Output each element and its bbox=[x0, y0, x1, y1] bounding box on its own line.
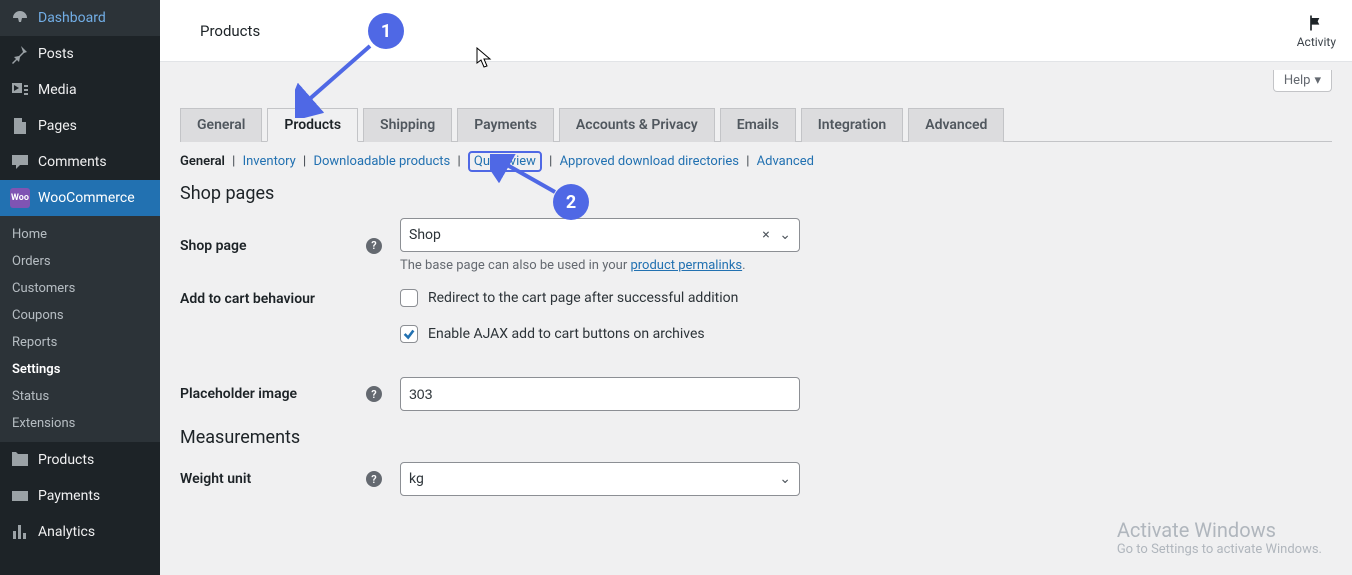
tab-products[interactable]: Products bbox=[267, 108, 358, 142]
section-shop-pages: Shop pages bbox=[180, 183, 1332, 204]
help-toggle[interactable]: Help ▾ bbox=[1273, 70, 1332, 92]
woocommerce-submenu: Home Orders Customers Coupons Reports Se… bbox=[0, 216, 160, 442]
sidebar-item-pages[interactable]: Pages bbox=[0, 108, 160, 144]
help-tip-icon[interactable]: ? bbox=[366, 471, 382, 487]
cursor-icon bbox=[476, 47, 492, 69]
sidebar-label: WooCommerce bbox=[38, 190, 135, 206]
subtab-advanced[interactable]: Advanced bbox=[757, 154, 814, 169]
submenu-coupons[interactable]: Coupons bbox=[0, 302, 160, 329]
help-tip-icon[interactable]: ? bbox=[366, 238, 382, 254]
tab-emails[interactable]: Emails bbox=[720, 108, 796, 142]
woo-icon: Woo bbox=[10, 188, 30, 208]
sidebar-item-woocommerce[interactable]: Woo WooCommerce bbox=[0, 180, 160, 216]
tab-shipping[interactable]: Shipping bbox=[363, 108, 452, 142]
ajax-label: Enable AJAX add to cart buttons on archi… bbox=[428, 326, 705, 342]
sidebar-label: Dashboard bbox=[38, 10, 106, 26]
chevron-down-icon: ⌄ bbox=[779, 471, 791, 487]
sidebar-item-products[interactable]: Products bbox=[0, 442, 160, 478]
redirect-checkbox[interactable] bbox=[400, 289, 418, 307]
tab-general[interactable]: General bbox=[180, 108, 262, 142]
sidebar-item-payments[interactable]: Payments bbox=[0, 478, 160, 514]
submenu-orders[interactable]: Orders bbox=[0, 248, 160, 275]
activity-button[interactable]: Activity bbox=[1297, 13, 1336, 49]
annotation-2: 2 bbox=[553, 184, 589, 220]
submenu-customers[interactable]: Customers bbox=[0, 275, 160, 302]
sidebar-label: Payments bbox=[38, 488, 100, 504]
tab-payments[interactable]: Payments bbox=[457, 108, 554, 142]
submenu-extensions[interactable]: Extensions bbox=[0, 410, 160, 437]
sidebar-item-comments[interactable]: Comments bbox=[0, 144, 160, 180]
pin-icon bbox=[10, 44, 30, 64]
pages-icon bbox=[10, 116, 30, 136]
section-measurements: Measurements bbox=[180, 427, 1332, 448]
submenu-reports[interactable]: Reports bbox=[0, 329, 160, 356]
page-title: Products bbox=[200, 22, 260, 40]
sidebar-label: Products bbox=[38, 452, 94, 468]
chevron-down-icon: ⌄ bbox=[779, 227, 791, 243]
select-value: Shop bbox=[409, 227, 441, 243]
weight-unit-select[interactable]: kg ⌄ bbox=[400, 462, 800, 496]
tab-accounts-privacy[interactable]: Accounts & Privacy bbox=[559, 108, 715, 142]
subtab-inventory[interactable]: Inventory bbox=[243, 154, 296, 169]
sidebar-label: Analytics bbox=[38, 524, 95, 540]
main-content: Products Activity Help ▾ General Product… bbox=[160, 0, 1352, 575]
shop-page-desc: The base page can also be used in your p… bbox=[400, 258, 800, 273]
tab-integration[interactable]: Integration bbox=[801, 108, 903, 142]
sidebar-label: Pages bbox=[38, 118, 77, 134]
weight-unit-label: Weight unit bbox=[180, 471, 251, 487]
shop-page-label: Shop page bbox=[180, 238, 247, 254]
products-icon bbox=[10, 450, 30, 470]
add-to-cart-label: Add to cart behaviour bbox=[180, 291, 315, 307]
sidebar-item-dashboard[interactable]: Dashboard bbox=[0, 0, 160, 36]
analytics-icon bbox=[10, 522, 30, 542]
payments-icon bbox=[10, 486, 30, 506]
submenu-home[interactable]: Home bbox=[0, 221, 160, 248]
comments-icon bbox=[10, 152, 30, 172]
windows-activation-watermark: Activate Windows Go to Settings to activ… bbox=[1117, 518, 1322, 557]
placeholder-image-input[interactable] bbox=[400, 377, 800, 411]
clear-icon[interactable]: × bbox=[762, 227, 769, 243]
placeholder-image-label: Placeholder image bbox=[180, 386, 297, 402]
sidebar-item-posts[interactable]: Posts bbox=[0, 36, 160, 72]
shop-page-select[interactable]: Shop × ⌄ bbox=[400, 218, 800, 252]
ajax-checkbox[interactable] bbox=[400, 325, 418, 343]
product-permalinks-link[interactable]: product permalinks bbox=[630, 258, 742, 273]
dashboard-icon bbox=[10, 8, 30, 28]
media-icon bbox=[10, 80, 30, 100]
admin-sidebar: Dashboard Posts Media Pages Comments Woo… bbox=[0, 0, 160, 575]
chevron-down-icon: ▾ bbox=[1314, 73, 1321, 88]
subtab-quickview[interactable]: Quick view bbox=[468, 151, 542, 172]
sidebar-label: Posts bbox=[38, 46, 74, 62]
submenu-status[interactable]: Status bbox=[0, 383, 160, 410]
subtab-general[interactable]: General bbox=[180, 154, 225, 169]
annotation-1: 1 bbox=[368, 13, 404, 49]
help-tip-icon[interactable]: ? bbox=[366, 386, 382, 402]
sidebar-item-media[interactable]: Media bbox=[0, 72, 160, 108]
topbar: Products Activity bbox=[160, 0, 1352, 62]
sidebar-label: Comments bbox=[38, 154, 107, 170]
select-value: kg bbox=[409, 471, 424, 487]
settings-tabs: General Products Shipping Payments Accou… bbox=[180, 100, 1332, 142]
redirect-label: Redirect to the cart page after successf… bbox=[428, 290, 738, 306]
activity-label: Activity bbox=[1297, 35, 1336, 49]
subtab-downloadable[interactable]: Downloadable products bbox=[313, 154, 450, 169]
sidebar-item-analytics[interactable]: Analytics bbox=[0, 514, 160, 550]
sidebar-label: Media bbox=[38, 82, 77, 98]
sub-tabs: General | Inventory | Downloadable produ… bbox=[180, 154, 1332, 169]
flag-icon bbox=[1306, 13, 1326, 33]
subtab-approved[interactable]: Approved download directories bbox=[560, 154, 739, 169]
submenu-settings[interactable]: Settings bbox=[0, 356, 160, 383]
tab-advanced[interactable]: Advanced bbox=[908, 108, 1004, 142]
